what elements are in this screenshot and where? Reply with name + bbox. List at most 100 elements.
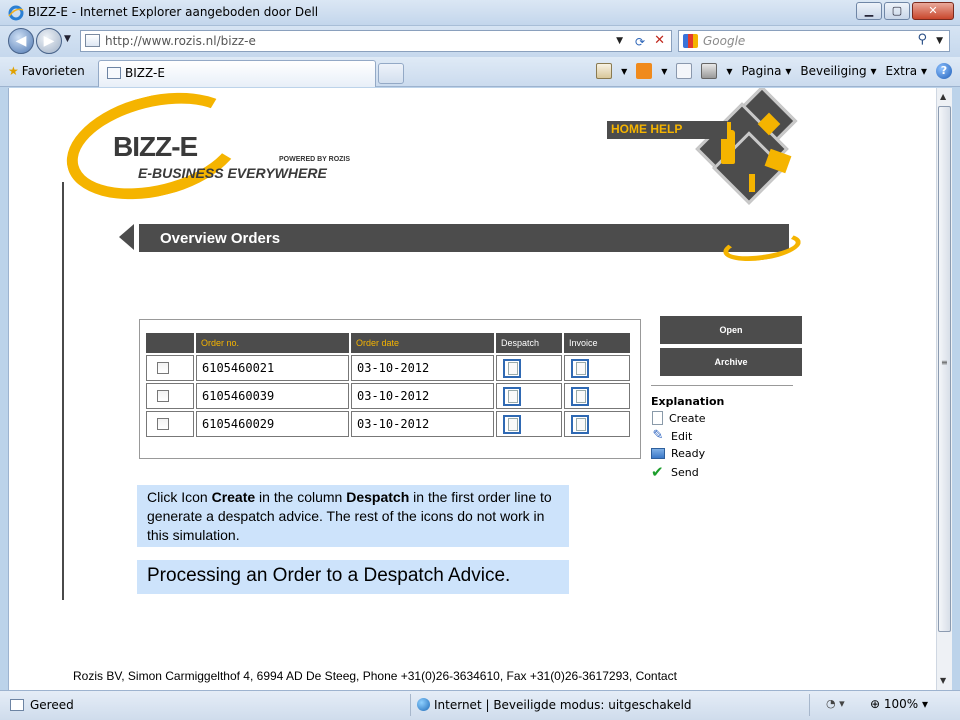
protected-mode-icon[interactable]: ◔ ▾ — [826, 697, 845, 710]
address-toolbar: ◀ ▶ ▼ http://www.rozis.nl/bizz-e ▼ ⟳ ✕ G… — [0, 26, 960, 57]
status-text: Gereed — [30, 698, 74, 712]
logo-powered-by: POWERED BY ROZIS — [279, 156, 351, 163]
orders-table: Order no. Order date Despatch Invoice 61… — [144, 331, 632, 439]
note-bold-despatch: Despatch — [346, 489, 410, 505]
scroll-up-icon[interactable]: ▲ — [940, 92, 946, 101]
back-button[interactable]: ◀ — [8, 28, 34, 54]
pencil-icon — [749, 174, 755, 192]
order-no-cell: 6105460039 — [196, 383, 349, 409]
invoice-cell — [564, 355, 630, 381]
print-dropdown-icon[interactable]: ▼ — [726, 67, 732, 76]
explanation-title: Explanation — [651, 395, 725, 408]
page-title: Overview Orders — [160, 230, 281, 247]
globe-icon — [417, 698, 430, 711]
security-zone[interactable]: Internet | Beveiligde modus: uitgeschake… — [410, 694, 810, 716]
row-checkbox[interactable] — [157, 390, 169, 402]
rss-feed-icon[interactable] — [636, 63, 653, 79]
document-icon — [652, 411, 663, 425]
edit-tools-icon: ✎ — [652, 428, 664, 443]
create-despatch-icon[interactable] — [503, 386, 521, 406]
note-text: Click Icon — [147, 489, 212, 505]
create-invoice-icon[interactable] — [571, 386, 589, 406]
new-tab-button[interactable] — [378, 63, 404, 84]
page-viewport: BIZZ-E E-BUSINESS EVERYWHERE POWERED BY … — [8, 88, 936, 690]
col-order-no: Order no. — [196, 333, 349, 353]
page-icon — [10, 699, 24, 711]
zoom-level[interactable]: ⊕ 100% ▾ — [870, 697, 928, 711]
scrollbar-thumb[interactable] — [938, 106, 951, 632]
forward-button[interactable]: ▶ — [36, 28, 62, 54]
search-placeholder: Google — [703, 34, 746, 48]
search-icon[interactable]: ⚲ — [917, 30, 927, 50]
open-button[interactable]: Open — [660, 316, 802, 344]
row-checkbox[interactable] — [157, 362, 169, 374]
search-dropdown-icon[interactable]: ▼ — [936, 31, 943, 51]
home-icon[interactable] — [596, 63, 613, 79]
search-input[interactable]: Google ⚲ ▼ — [678, 30, 950, 52]
row-checkbox[interactable] — [157, 418, 169, 430]
address-url: http://www.rozis.nl/bizz-e — [105, 34, 256, 48]
window-title: BIZZ-E - Internet Explorer aangeboden do… — [28, 5, 319, 19]
create-invoice-icon[interactable] — [571, 358, 589, 378]
help-icon[interactable]: ? — [936, 63, 952, 79]
favorites-label: Favorieten — [21, 64, 85, 78]
order-no-cell: 6105460029 — [196, 411, 349, 437]
pagina-menu[interactable]: Pagina ▾ — [742, 64, 792, 78]
feed-dropdown-icon[interactable]: ▼ — [661, 67, 667, 76]
despatch-cell — [496, 411, 562, 437]
page-icon — [107, 67, 121, 79]
status-bar: Gereed Internet | Beveiligde modus: uitg… — [0, 690, 960, 720]
order-date-cell: 03-10-2012 — [351, 383, 494, 409]
scroll-down-icon[interactable]: ▼ — [940, 676, 946, 685]
note-bold-create: Create — [211, 489, 256, 505]
mail-icon[interactable] — [676, 63, 693, 79]
create-invoice-icon[interactable] — [571, 414, 589, 434]
zoom-value: 100% ▾ — [883, 697, 929, 711]
order-date-cell: 03-10-2012 — [351, 355, 494, 381]
maximize-button[interactable]: ▢ — [884, 2, 910, 20]
instruction-note: Click Icon Create in the column Despatch… — [137, 485, 569, 547]
order-no-cell: 6105460021 — [196, 355, 349, 381]
home-help-link[interactable]: HOME HELP — [611, 122, 682, 136]
home-dropdown-icon[interactable]: ▼ — [621, 67, 627, 76]
checkmark-icon: ✔ — [651, 463, 664, 481]
extra-menu[interactable]: Extra ▾ — [885, 64, 927, 78]
zone-text: Internet | Beveiligde modus: uitgeschake… — [434, 698, 692, 712]
refresh-icon[interactable]: ⟳ — [635, 32, 645, 52]
logo-main-text: BIZZ-E — [113, 131, 198, 162]
back-arrow-icon: ◀ — [15, 33, 27, 49]
vertical-scrollbar[interactable]: ▲ ≡ ▼ — [936, 88, 952, 690]
close-button[interactable]: ✕ — [912, 2, 954, 20]
history-dropdown-icon[interactable]: ▼ — [64, 34, 71, 44]
despatch-cell — [496, 383, 562, 409]
internet-explorer-icon — [8, 5, 24, 21]
create-despatch-icon[interactable] — [503, 414, 521, 434]
tab-bizz-e[interactable]: BIZZ-E — [98, 60, 376, 87]
magnifier-icon: ⊕ — [870, 697, 881, 711]
legend-item-send: ✔ Send — [651, 463, 699, 481]
note-text: in the column — [255, 489, 347, 505]
minimize-button[interactable]: ▁ — [856, 2, 882, 20]
address-dropdown-icon[interactable]: ▼ — [616, 31, 623, 51]
print-icon[interactable] — [701, 63, 718, 79]
page-footer: Rozis BV, Simon Carmiggelthof 4, 6994 AD… — [73, 669, 677, 683]
archive-button[interactable]: Archive — [660, 348, 802, 376]
legend-label: Edit — [671, 429, 693, 443]
stop-icon[interactable]: ✕ — [654, 31, 665, 51]
legend-item-ready: Ready — [651, 447, 705, 460]
forward-arrow-icon: ▶ — [43, 33, 55, 49]
envelope-icon — [651, 448, 665, 459]
address-input[interactable]: http://www.rozis.nl/bizz-e ▼ ⟳ ✕ — [80, 30, 672, 52]
despatch-cell — [496, 355, 562, 381]
col-select — [146, 333, 194, 353]
table-row: 6105460029 03-10-2012 — [146, 411, 630, 437]
tab-title: BIZZ-E — [125, 66, 165, 80]
row-select-cell — [146, 383, 194, 409]
beveiliging-menu[interactable]: Beveiliging ▾ — [800, 64, 876, 78]
invoice-cell — [564, 383, 630, 409]
left-divider — [62, 182, 64, 600]
create-despatch-icon[interactable] — [503, 358, 521, 378]
google-icon — [683, 34, 698, 48]
scroll-grip-icon: ≡ — [941, 358, 948, 367]
favorites-button[interactable]: ★ Favorieten — [8, 64, 85, 78]
